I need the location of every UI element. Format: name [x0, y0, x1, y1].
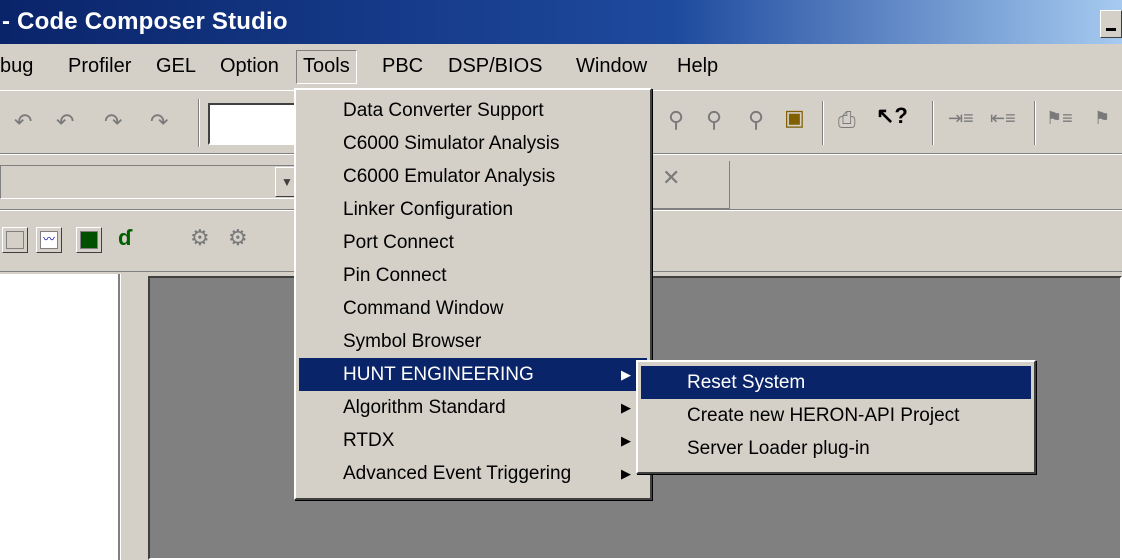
remove-breakpoint-icon[interactable]: ✕ [662, 167, 680, 189]
find-next-icon[interactable]: ⚲ [706, 109, 722, 131]
find-in-files-icon[interactable]: ▣ [784, 107, 805, 129]
menu-item-command-window[interactable]: Command Window [299, 292, 647, 325]
menu-item-data-converter-support[interactable]: Data Converter Support [299, 94, 647, 127]
indent-icon[interactable]: ⇥≡ [948, 109, 974, 127]
menu-item-label: Advanced Event Triggering [343, 463, 572, 484]
title-bar: - Code Composer Studio [0, 0, 1122, 44]
menu-item-label: Server Loader plug-in [687, 438, 870, 459]
toolbar-separator [932, 101, 934, 145]
submenu-arrow-icon: ▶ [621, 466, 631, 481]
menu-dspbios[interactable]: DSP/BIOS [448, 55, 542, 78]
menu-pbc[interactable]: PBC [382, 55, 423, 78]
menu-item-c6000-simulator-analysis[interactable]: C6000 Simulator Analysis [299, 127, 647, 160]
menu-gel[interactable]: GEL [156, 55, 196, 78]
menu-option[interactable]: Option [220, 55, 279, 78]
context-help-icon[interactable]: ↖? [876, 105, 908, 127]
menu-item-label: Symbol Browser [343, 331, 482, 352]
menu-item-port-connect[interactable]: Port Connect [299, 226, 647, 259]
find-icon[interactable]: ⚲ [668, 109, 684, 131]
menu-item-label: Command Window [343, 298, 504, 319]
project-combo[interactable]: ▼ [0, 165, 300, 199]
menu-item-rtdx[interactable]: RTDX ▶ [299, 424, 647, 457]
menu-item-hunt-engineering[interactable]: HUNT ENGINEERING ▶ [299, 358, 647, 391]
image-icon[interactable] [76, 227, 102, 253]
redo-icon[interactable]: ↷ [104, 111, 122, 133]
menu-item-label: Create new HERON-API Project [687, 405, 960, 426]
submenu-arrow-icon: ▶ [621, 400, 631, 415]
menu-tools[interactable]: Tools [296, 50, 357, 84]
menu-item-label: HUNT ENGINEERING [343, 364, 534, 385]
menu-item-pin-connect[interactable]: Pin Connect [299, 259, 647, 292]
redo-stack-icon[interactable]: ↷ [150, 111, 168, 133]
find-prev-icon[interactable]: ⚲ [748, 109, 764, 131]
menu-item-create-heron-api-project[interactable]: Create new HERON-API Project [641, 399, 1031, 432]
menu-item-label: Reset System [687, 372, 806, 393]
menu-item-algorithm-standard[interactable]: Algorithm Standard ▶ [299, 391, 647, 424]
hunt-engineering-submenu: Reset System Create new HERON-API Projec… [636, 360, 1036, 474]
toolbar-separator [822, 101, 824, 145]
tools-menu: Data Converter Support C6000 Simulator A… [294, 88, 652, 500]
menu-item-c6000-emulator-analysis[interactable]: C6000 Emulator Analysis [299, 160, 647, 193]
toolbar-separator [1034, 101, 1036, 145]
minimize-icon [1106, 28, 1116, 31]
bookmark-next-icon[interactable]: ⚑ [1094, 109, 1110, 127]
profile-icon[interactable]: ɗ [118, 227, 131, 249]
menu-bar: bug Profiler GEL Option Tools PBC DSP/BI… [0, 46, 1122, 88]
search-combo[interactable] [208, 103, 308, 145]
window-title: - Code Composer Studio [2, 8, 288, 35]
splitter[interactable] [120, 274, 148, 560]
project-view-pane[interactable] [0, 274, 120, 560]
menu-item-reset-system[interactable]: Reset System [641, 366, 1031, 399]
menu-item-server-loader-plugin[interactable]: Server Loader plug-in [641, 432, 1031, 465]
bookmark-icon[interactable]: ⚑≡ [1046, 109, 1073, 127]
menu-debug[interactable]: bug [0, 55, 33, 78]
menu-item-advanced-event-triggering[interactable]: Advanced Event Triggering ▶ [299, 457, 647, 490]
menu-item-linker-configuration[interactable]: Linker Configuration [299, 193, 647, 226]
menu-item-label: Port Connect [343, 232, 454, 253]
menu-item-symbol-browser[interactable]: Symbol Browser [299, 325, 647, 358]
menu-profiler[interactable]: Profiler [68, 55, 131, 78]
undo-icon[interactable]: ↶ [14, 111, 32, 133]
menu-item-label: Pin Connect [343, 265, 447, 286]
submenu-arrow-icon: ▶ [621, 367, 631, 382]
toolbar-button[interactable] [2, 227, 28, 253]
outdent-icon[interactable]: ⇤≡ [990, 109, 1016, 127]
print-icon[interactable]: ⎙ [838, 109, 856, 131]
menu-item-label: Data Converter Support [343, 100, 544, 121]
menu-item-label: Linker Configuration [343, 199, 514, 220]
menu-window[interactable]: Window [576, 55, 647, 78]
menu-item-label: Algorithm Standard [343, 397, 506, 418]
submenu-arrow-icon: ▶ [621, 433, 631, 448]
graph-icon[interactable]: 〰 [36, 227, 62, 253]
menu-help[interactable]: Help [677, 55, 718, 78]
minimize-button[interactable] [1100, 10, 1122, 38]
menu-item-label: C6000 Simulator Analysis [343, 133, 560, 154]
run-icon[interactable]: ⚙ [190, 227, 210, 249]
menu-item-label: C6000 Emulator Analysis [343, 166, 556, 187]
undo-stack-icon[interactable]: ↶ [56, 111, 74, 133]
toolbar-separator [198, 99, 200, 147]
build-icon[interactable]: ⚙ [228, 227, 248, 249]
menu-item-label: RTDX [343, 430, 395, 451]
